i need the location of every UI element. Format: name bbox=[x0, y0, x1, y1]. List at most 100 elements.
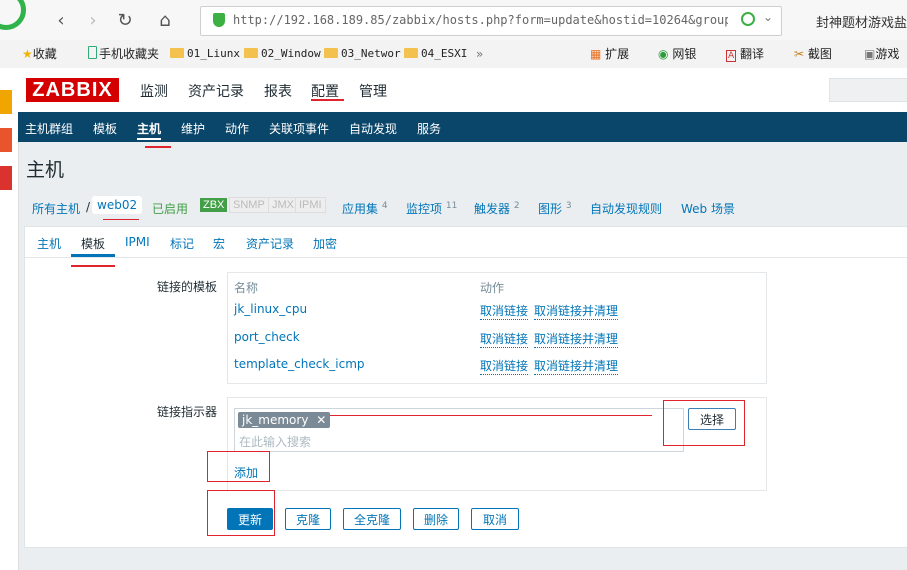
global-search-input[interactable] bbox=[829, 78, 907, 102]
multiselect-placeholder[interactable]: 在此输入搜索 bbox=[239, 433, 311, 450]
menu-monitoring[interactable]: 监测 bbox=[140, 81, 168, 101]
submenu-host-groups[interactable]: 主机群组 bbox=[25, 120, 73, 137]
tabs-divider bbox=[25, 257, 907, 258]
delete-button[interactable]: 删除 bbox=[413, 508, 459, 530]
submenu-actions[interactable]: 动作 bbox=[225, 120, 249, 137]
submenu-templates[interactable]: 模板 bbox=[93, 120, 117, 137]
search-suggestion[interactable]: 封神题材游戏盐 bbox=[816, 12, 907, 31]
submenu-maintenance[interactable]: 维护 bbox=[181, 120, 205, 137]
template-name[interactable]: port_check bbox=[234, 330, 300, 344]
back-icon[interactable]: ‹ bbox=[50, 10, 72, 32]
zabbix-logo[interactable]: ZABBIX bbox=[26, 78, 119, 102]
menu-inventory[interactable]: 资产记录 bbox=[188, 81, 244, 101]
url-text: http://192.168.189.85/zabbix/hosts.php?f… bbox=[233, 13, 728, 27]
host-form: 主机 模板 IPMI 标记 宏 资产记录 加密 链接的模板 名称 动作 jk_l… bbox=[24, 226, 907, 548]
tab-graphs[interactable]: 图形 3 bbox=[538, 200, 572, 217]
form-tab-ipmi[interactable]: IPMI bbox=[125, 235, 150, 249]
link-new-templates-label: 链接指示器 bbox=[156, 405, 217, 419]
select-template-button[interactable]: 选择 bbox=[688, 408, 736, 430]
dropdown-arrow-icon[interactable]: ⌄ bbox=[763, 10, 773, 24]
column-header-name: 名称 bbox=[234, 281, 259, 295]
sidebar-star-icon[interactable] bbox=[0, 90, 12, 114]
tab-items[interactable]: 监控项 11 bbox=[406, 200, 457, 217]
bookmark-folder-window[interactable]: 02_Window bbox=[244, 45, 321, 63]
home-icon[interactable]: ⌂ bbox=[154, 10, 176, 32]
form-tab-encryption[interactable]: 加密 bbox=[313, 235, 337, 252]
tab-triggers[interactable]: 触发器 2 bbox=[474, 200, 520, 217]
column-header-action: 动作 bbox=[480, 281, 505, 295]
template-name[interactable]: template_check_icmp bbox=[234, 357, 365, 371]
menu-configuration[interactable]: 配置 bbox=[311, 81, 339, 101]
bookmark-mobile[interactable]: 手机收藏夹 bbox=[88, 45, 159, 63]
folder-icon bbox=[170, 48, 184, 58]
full-clone-button[interactable]: 全克隆 bbox=[343, 508, 401, 530]
form-tab-templates[interactable]: 模板 bbox=[81, 235, 105, 252]
badge-ipmi: IPMI bbox=[295, 197, 326, 213]
submenu-discovery[interactable]: 自动发现 bbox=[349, 120, 397, 137]
form-tab-active-indicator bbox=[71, 254, 115, 257]
cancel-button[interactable]: 取消 bbox=[471, 508, 519, 530]
translate-icon: A bbox=[726, 50, 737, 62]
browser-toolbar: ‹ › ↻ ⌂ http://192.168.189.85/zabbix/hos… bbox=[0, 0, 907, 41]
sidebar-weibo-icon[interactable] bbox=[0, 128, 12, 152]
annotation-line-chip bbox=[330, 415, 652, 416]
bookmark-favorites[interactable]: ★收藏 bbox=[22, 45, 57, 63]
games-menu[interactable]: ▣游戏 bbox=[864, 45, 899, 63]
browser-sidebar bbox=[0, 68, 19, 570]
unlink-link[interactable]: 取消链接 bbox=[480, 357, 529, 375]
badge-snmp: SNMP bbox=[229, 197, 269, 213]
submenu-event-correlation[interactable]: 关联项事件 bbox=[269, 120, 329, 137]
breadcrumb-host[interactable]: web02 bbox=[92, 196, 143, 214]
tab-discovery-rules[interactable]: 自动发现规则 bbox=[590, 200, 662, 217]
address-bar[interactable]: http://192.168.189.85/zabbix/hosts.php?f… bbox=[200, 6, 782, 36]
submenu-hosts[interactable]: 主机 bbox=[137, 120, 161, 137]
annotation-underline-templates bbox=[71, 265, 115, 267]
sidebar-app-icon[interactable] bbox=[0, 166, 12, 190]
form-tab-inventory[interactable]: 资产记录 bbox=[246, 235, 294, 252]
breadcrumb-separator: / bbox=[86, 200, 91, 214]
unlink-link[interactable]: 取消链接 bbox=[480, 302, 529, 320]
submenu-services[interactable]: 服务 bbox=[417, 120, 441, 137]
reload-icon[interactable]: ↻ bbox=[114, 10, 136, 32]
selected-template-chip: jk_memory ✕ bbox=[238, 412, 331, 428]
page-title: 主机 bbox=[26, 159, 65, 181]
screenshot-menu[interactable]: ✂ 截图 bbox=[794, 45, 832, 63]
form-tab-tags[interactable]: 标记 bbox=[170, 235, 194, 252]
sub-navigation: 主机群组 模板 主机 维护 动作 关联项事件 自动发现 服务 bbox=[18, 112, 907, 142]
unlink-clear-link[interactable]: 取消链接并清理 bbox=[534, 330, 619, 348]
bookmark-folder-esxi[interactable]: 04_ESXI bbox=[404, 45, 467, 63]
host-status[interactable]: 已启用 bbox=[152, 200, 188, 217]
clone-button[interactable]: 克隆 bbox=[285, 508, 331, 530]
breadcrumb-all-hosts[interactable]: 所有主机 bbox=[32, 200, 80, 217]
host-breadcrumb-bar: 所有主机 / web02 已启用 ZBX SNMP JMX IPMI 应用集 4… bbox=[24, 195, 907, 221]
form-tab-host[interactable]: 主机 bbox=[37, 235, 61, 252]
bank-icon: ◉ bbox=[658, 47, 669, 61]
zabbix-header: ZABBIX 监测 资产记录 报表 配置 管理 bbox=[18, 68, 907, 112]
linked-templates-table: 名称 动作 jk_linux_cpu 取消链接 取消链接并清理 port_che… bbox=[227, 272, 767, 384]
forward-icon[interactable]: › bbox=[82, 10, 104, 32]
add-template-link[interactable]: 添加 bbox=[234, 464, 259, 482]
folder-icon bbox=[404, 48, 418, 58]
remove-chip-icon[interactable]: ✕ bbox=[316, 413, 326, 427]
ie-mode-icon[interactable] bbox=[741, 12, 755, 26]
grid-icon: ▦ bbox=[590, 47, 602, 61]
translate-menu[interactable]: A 翻译 bbox=[726, 45, 764, 63]
menu-administration[interactable]: 管理 bbox=[359, 81, 387, 101]
form-tab-macros[interactable]: 宏 bbox=[213, 235, 225, 252]
badge-zbx: ZBX bbox=[200, 198, 228, 212]
template-name[interactable]: jk_linux_cpu bbox=[234, 302, 307, 316]
bookmarks-more[interactable]: » bbox=[476, 45, 483, 63]
unlink-clear-link[interactable]: 取消链接并清理 bbox=[534, 302, 619, 320]
menu-reports[interactable]: 报表 bbox=[264, 81, 292, 101]
unlink-link[interactable]: 取消链接 bbox=[480, 330, 529, 348]
extensions-menu[interactable]: ▦ 扩展 bbox=[590, 45, 629, 63]
bookmark-folder-linux[interactable]: 01_Liunx bbox=[170, 45, 240, 63]
star-icon: ★ bbox=[22, 47, 33, 61]
ebank-menu[interactable]: ◉ 网银 bbox=[658, 45, 696, 63]
tab-web-scenarios[interactable]: Web 场景 bbox=[681, 200, 735, 217]
tab-applications[interactable]: 应用集 4 bbox=[342, 200, 388, 217]
folder-icon bbox=[324, 48, 338, 58]
update-button[interactable]: 更新 bbox=[227, 508, 273, 530]
unlink-clear-link[interactable]: 取消链接并清理 bbox=[534, 357, 619, 375]
bookmark-folder-network[interactable]: 03_Networ bbox=[324, 45, 401, 63]
